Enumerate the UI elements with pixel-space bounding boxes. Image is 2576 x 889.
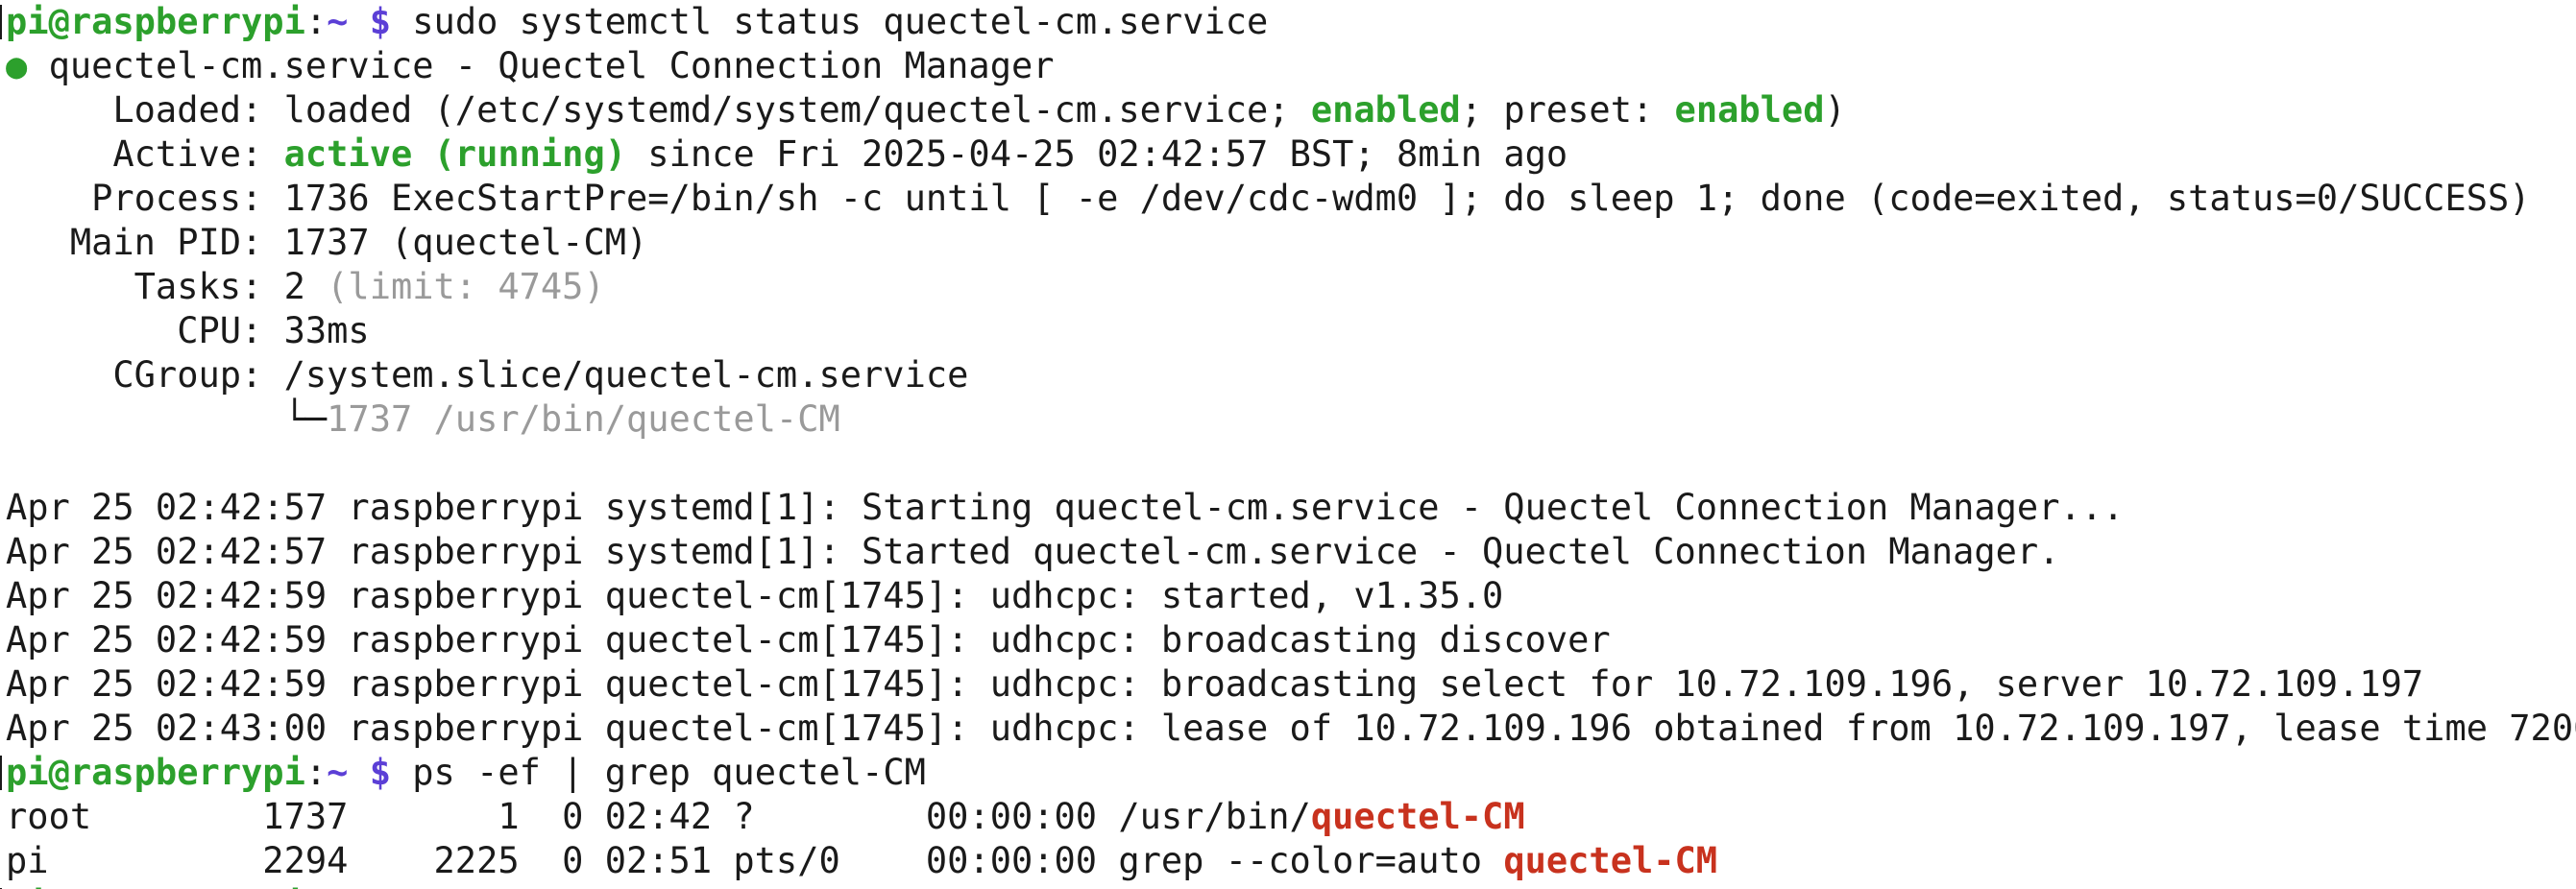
process-line: Process: 1736 ExecStartPre=/bin/sh -c un… — [6, 178, 2531, 219]
prompt-line-current[interactable]: pi@raspberrypi:~ $ — [0, 883, 2576, 889]
prompt-edge-mark — [0, 5, 2, 39]
active-since: since Fri 2025-04-25 02:42:57 BST; 8min … — [626, 133, 1568, 175]
prompt-line-status: pi@raspberrypi:~ $ sudo systemctl status… — [0, 0, 2576, 44]
journal-line: Apr 25 02:42:59 raspberrypi quectel-cm[1… — [6, 575, 1504, 616]
cgroup-child-line: └─1737 /usr/bin/quectel-CM — [6, 397, 2576, 442]
unit-description: quectel-cm.service - Quectel Connection … — [48, 45, 1055, 86]
prompt-path: ~ — [327, 1, 349, 42]
ps-row: root 1737 1 0 02:42 ? 00:00:00 /usr/bin/… — [6, 795, 2576, 839]
cgroup-line: CGroup: /system.slice/quectel-cm.service — [6, 354, 969, 396]
prompt-user-host: pi@raspberrypi — [6, 884, 305, 889]
cpu-line: CPU: 33ms — [6, 310, 370, 351]
active-state: active (running) — [283, 133, 627, 175]
command-status: sudo systemctl status quectel-cm.service — [412, 1, 1269, 42]
ps-row-fields: root 1737 1 0 02:42 ? 00:00:00 /usr/bin/ — [6, 796, 1311, 837]
journal-line: Apr 25 02:42:57 raspberrypi systemd[1]: … — [6, 531, 2060, 572]
loaded-preset-label: ; preset: — [1460, 89, 1675, 131]
prompt-dollar: $ — [369, 1, 391, 42]
grep-match: quectel-CM — [1310, 796, 1525, 837]
prompt-path: ~ — [327, 884, 348, 889]
tasks-value: Tasks: 2 — [6, 266, 305, 307]
unit-line: ● quectel-cm.service - Quectel Connectio… — [6, 44, 2576, 88]
cgroup-child-process: 1737 /usr/bin/quectel-CM — [327, 398, 840, 440]
prompt-colon: : — [305, 884, 327, 889]
ps-row-fields: pi 2294 2225 0 02:51 pts/0 00:00:00 grep… — [6, 840, 1504, 881]
ps-row: pi 2294 2225 0 02:51 pts/0 00:00:00 grep… — [6, 839, 2576, 883]
loaded-preset-enabled: enabled — [1674, 89, 1825, 131]
active-line: Active: active (running) since Fri 2025-… — [6, 132, 2576, 177]
terminal-window[interactable]: pi@raspberrypi:~ $ sudo systemctl status… — [0, 0, 2576, 889]
prompt-dollar: $ — [369, 752, 391, 793]
prompt-colon: : — [304, 1, 328, 42]
tasks-limit: (limit: 4745) — [304, 266, 605, 307]
main-pid-line: Main PID: 1737 (quectel-CM) — [6, 222, 648, 263]
active-dot-icon: ● — [6, 45, 28, 86]
tasks-line: Tasks: 2 (limit: 4745) — [6, 265, 2576, 309]
active-key: Active: — [6, 133, 284, 175]
prompt-line-ps: pi@raspberrypi:~ $ ps -ef | grep quectel… — [0, 751, 2576, 795]
tree-branch-icon: └─ — [6, 398, 328, 440]
journal-line: Apr 25 02:42:59 raspberrypi quectel-cm[1… — [6, 663, 2424, 705]
prompt-dollar: $ — [370, 884, 391, 889]
grep-match: quectel-CM — [1503, 840, 1718, 881]
loaded-enabled: enabled — [1310, 89, 1461, 131]
loaded-key: Loaded: — [6, 89, 284, 131]
prompt-path: ~ — [327, 752, 349, 793]
journal-line: Apr 25 02:43:00 raspberrypi quectel-cm[1… — [6, 708, 2576, 749]
prompt-user-host: pi@raspberrypi — [6, 1, 305, 42]
prompt-colon: : — [304, 752, 328, 793]
command-ps: ps -ef | grep quectel-CM — [412, 752, 926, 793]
journal-line: Apr 25 02:42:59 raspberrypi quectel-cm[1… — [6, 619, 1611, 661]
prompt-user-host: pi@raspberrypi — [6, 752, 305, 793]
loaded-line: Loaded: loaded (/etc/systemd/system/quec… — [6, 88, 2576, 132]
loaded-close: ) — [1824, 89, 1846, 131]
journal-line: Apr 25 02:42:57 raspberrypi systemd[1]: … — [6, 487, 2125, 528]
loaded-path: loaded (/etc/systemd/system/quectel-cm.s… — [283, 89, 1311, 131]
prompt-edge-mark — [0, 756, 2, 790]
